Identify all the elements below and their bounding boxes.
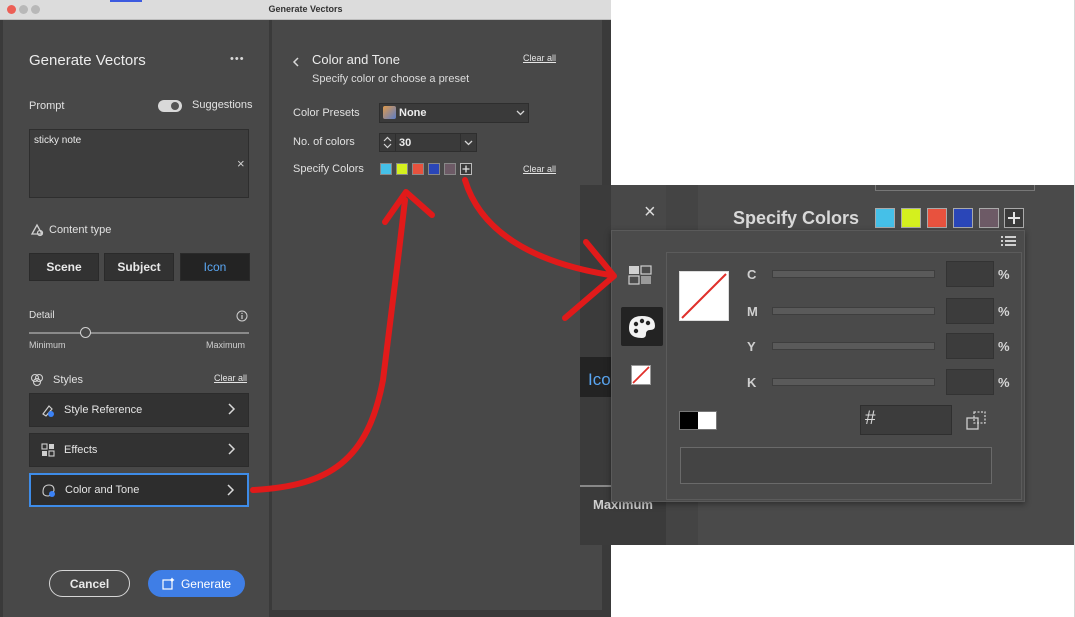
annotation-arrows bbox=[250, 177, 617, 493]
arrow-path-2 bbox=[462, 177, 613, 278]
arrow-head-2 bbox=[562, 239, 617, 321]
arrow-path-1 bbox=[250, 197, 408, 493]
arrow-head-1 bbox=[382, 189, 435, 225]
